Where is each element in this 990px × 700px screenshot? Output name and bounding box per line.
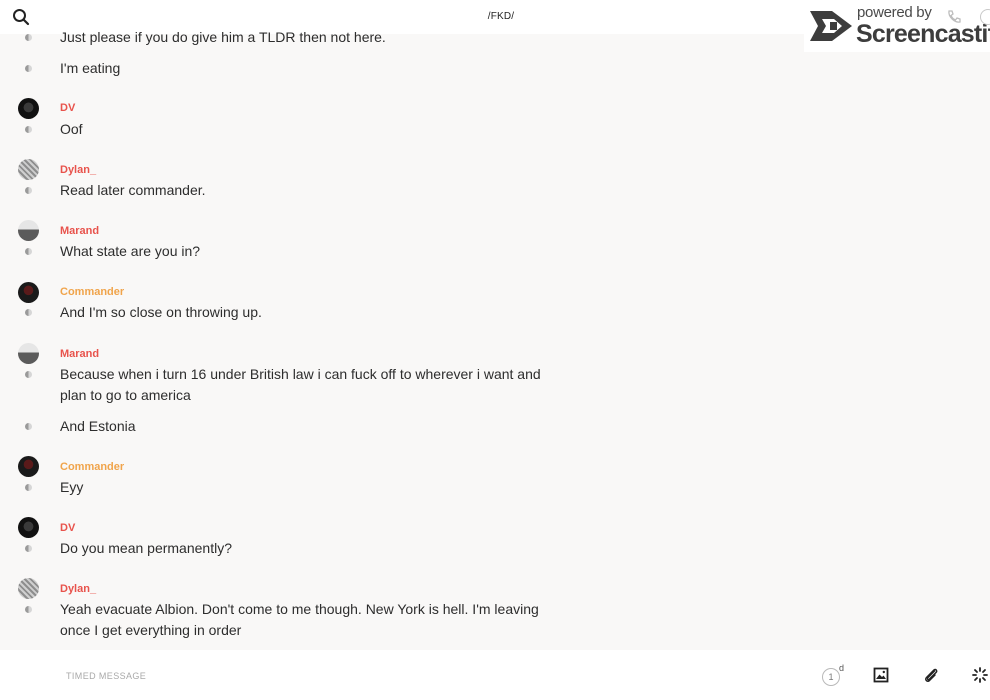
message-text: Eyy xyxy=(60,479,84,495)
read-status-icon xyxy=(25,34,32,41)
read-status-icon xyxy=(25,423,32,430)
image-icon[interactable] xyxy=(873,667,889,683)
message-author[interactable]: Marand xyxy=(60,225,99,237)
message-text: Because when i turn 16 under British law… xyxy=(60,366,541,403)
timer-value: 1 xyxy=(822,668,840,686)
avatar[interactable] xyxy=(18,282,39,303)
read-status-icon xyxy=(25,65,32,72)
timer-button[interactable]: 1 d xyxy=(822,663,845,686)
read-status-icon xyxy=(25,484,32,491)
avatar[interactable] xyxy=(18,517,39,538)
message-author[interactable]: Dylan_ xyxy=(60,164,96,176)
avatar[interactable] xyxy=(18,220,39,241)
message-author[interactable]: DV xyxy=(60,102,75,114)
info-icon[interactable] xyxy=(980,9,990,25)
loading-spinner-icon[interactable] xyxy=(972,667,988,683)
message-list: Just please if you do give him a TLDR th… xyxy=(0,29,990,650)
read-status-icon xyxy=(25,309,32,316)
message-input[interactable] xyxy=(66,669,766,683)
read-status-icon xyxy=(25,126,32,133)
avatar[interactable] xyxy=(18,578,39,599)
attachment-icon[interactable] xyxy=(922,666,940,684)
timer-unit: d xyxy=(839,663,845,673)
message-author[interactable]: Dylan_ xyxy=(60,583,96,595)
avatar[interactable] xyxy=(18,456,39,477)
read-status-icon xyxy=(25,187,32,194)
read-status-icon xyxy=(25,248,32,255)
message-author[interactable]: Commander xyxy=(60,461,124,473)
message-author[interactable]: Commander xyxy=(60,286,124,298)
avatar[interactable] xyxy=(18,159,39,180)
message-text: I'm eating xyxy=(60,60,121,76)
message-text: Do you mean permanently? xyxy=(60,540,232,556)
message-text: Oof xyxy=(60,121,83,137)
message-text: Read later commander. xyxy=(60,182,206,198)
read-status-icon xyxy=(25,545,32,552)
avatar[interactable] xyxy=(18,343,39,364)
message-text: Just please if you do give him a TLDR th… xyxy=(60,29,386,45)
message-text: Yeah evacuate Albion. Don't come to me t… xyxy=(60,601,539,638)
watermark-powered-by: powered by xyxy=(857,4,932,21)
message-text: What state are you in? xyxy=(60,243,201,259)
message-text: And I'm so close on throwing up. xyxy=(60,304,262,320)
composer-bar: 1 d xyxy=(0,650,990,700)
message-author[interactable]: Marand xyxy=(60,348,99,360)
message-author[interactable]: DV xyxy=(60,522,75,534)
avatar[interactable] xyxy=(18,98,39,119)
message-text: And Estonia xyxy=(60,418,136,434)
read-status-icon xyxy=(25,606,32,613)
read-status-icon xyxy=(25,371,32,378)
phone-icon[interactable] xyxy=(946,9,962,25)
